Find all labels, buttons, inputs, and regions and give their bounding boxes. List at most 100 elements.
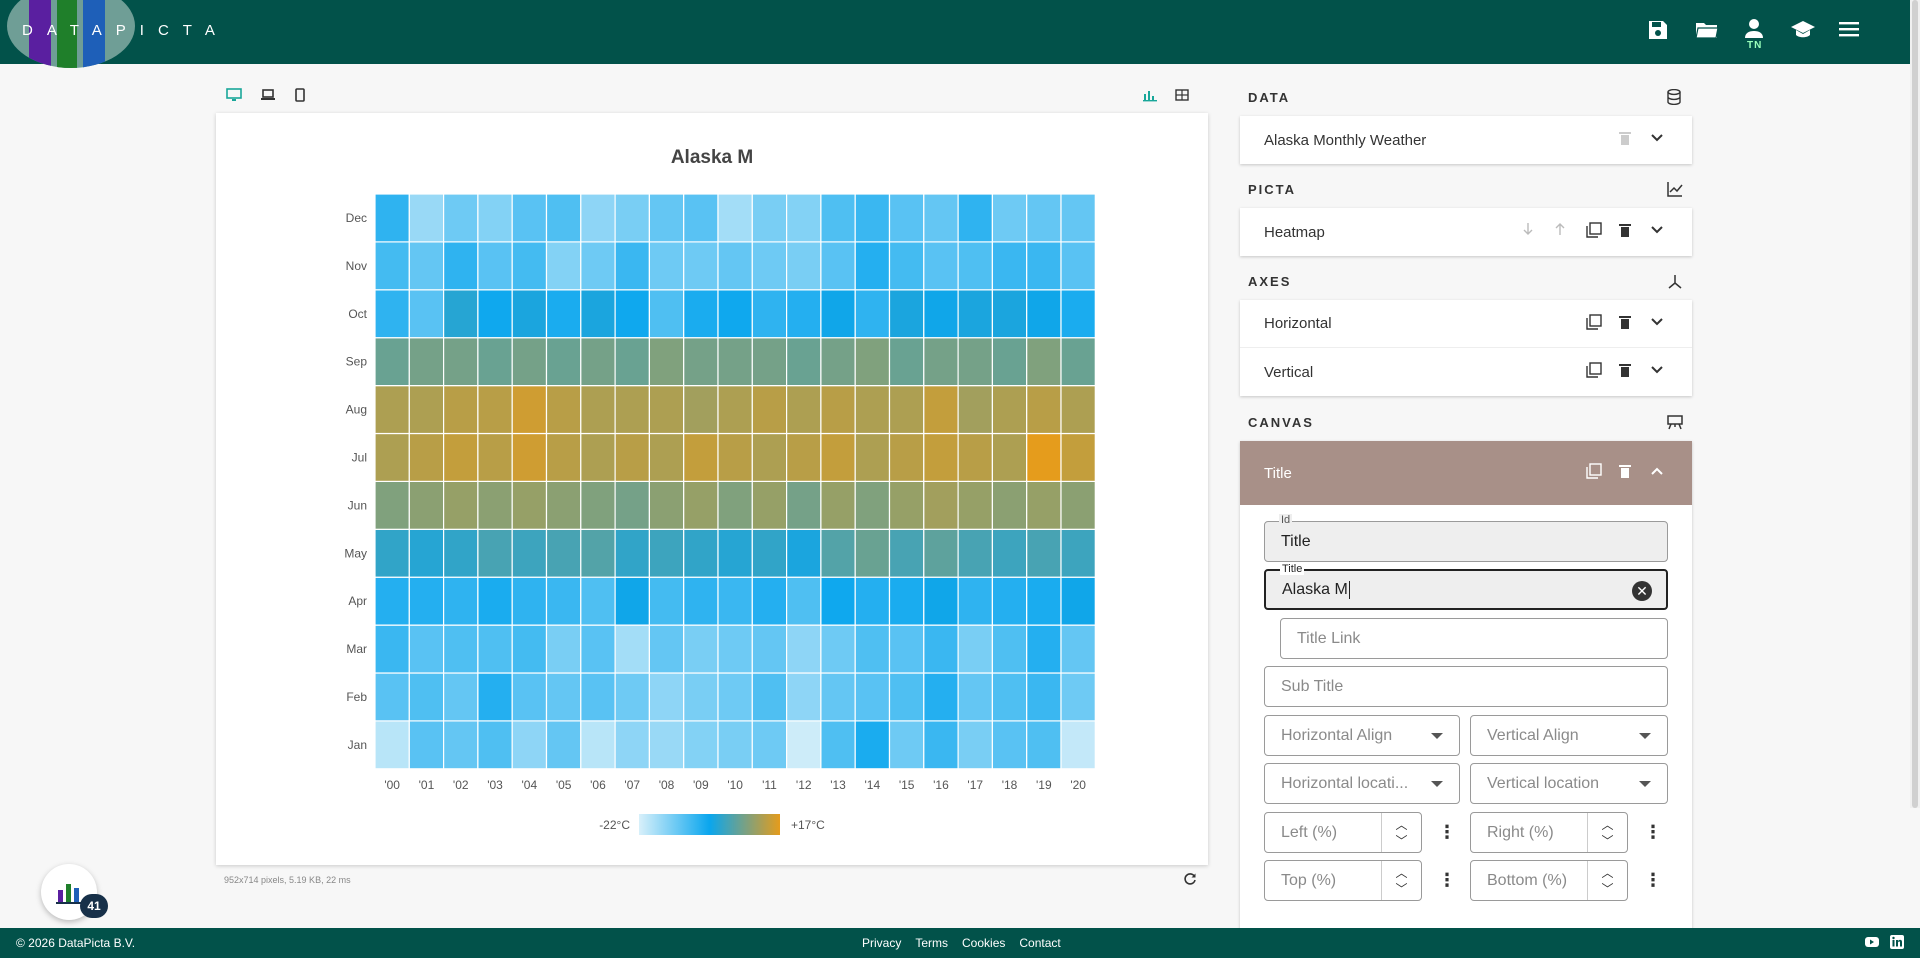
heatmap-cell	[1060, 720, 1096, 770]
delete-icon[interactable]	[1618, 314, 1636, 332]
more-options-icon[interactable]: ⋮	[1438, 870, 1456, 891]
y-tick-label: Nov	[346, 259, 367, 273]
heatmap-cell	[785, 289, 822, 339]
axis-item-vertical[interactable]: Vertical	[1240, 348, 1692, 396]
heatmap-cell	[751, 624, 788, 674]
duplicate-icon[interactable]	[1586, 222, 1604, 240]
heatmap-cell	[888, 720, 925, 770]
footer-link-terms[interactable]: Terms	[915, 936, 948, 950]
duplicate-icon[interactable]	[1586, 362, 1604, 380]
heatmap-cell	[374, 576, 410, 626]
heatmap-cell	[614, 720, 651, 770]
id-field[interactable]: Id Title	[1264, 514, 1668, 562]
heatmap-chart: Jan Feb Mar Apr May Jun Jul Aug Sep Oct Nov Dec '00 '…	[344, 193, 1096, 835]
delete-icon[interactable]	[1618, 222, 1636, 240]
data-item[interactable]: Alaska Monthly Weather	[1240, 116, 1692, 164]
heatmap-cell	[648, 337, 685, 387]
heatmap-cell	[614, 289, 651, 339]
axis-item-label: Horizontal	[1264, 315, 1332, 332]
user-account-icon[interactable]: TN	[1742, 18, 1766, 51]
title-field[interactable]: Title Alaska M ✕	[1264, 563, 1668, 610]
bottom-percent-stepper[interactable]: Bottom (%) ︿ ﹀	[1470, 860, 1628, 901]
linkedin-icon[interactable]	[1890, 935, 1904, 952]
chevron-up-icon[interactable]	[1650, 463, 1668, 481]
heatmap-cell	[854, 241, 891, 291]
heatmap-cell	[957, 337, 993, 387]
laptop-view-icon[interactable]	[260, 88, 276, 107]
heatmap-cell	[785, 193, 822, 243]
stepper-arrows[interactable]: ︿ ﹀	[1587, 813, 1627, 852]
footer-link-cookies[interactable]: Cookies	[962, 936, 1005, 950]
axis-item-horizontal[interactable]: Horizontal	[1240, 300, 1692, 348]
title-link-field[interactable]: Title Link	[1280, 618, 1668, 659]
clear-icon[interactable]: ✕	[1632, 581, 1652, 601]
heatmap-cell	[1026, 624, 1062, 674]
chart-view-icon[interactable]	[1143, 88, 1157, 107]
stepper-arrows[interactable]: ︿ ﹀	[1587, 861, 1627, 900]
x-tick-label: '12	[796, 778, 812, 792]
top-percent-stepper[interactable]: Top (%) ︿ ﹀	[1264, 860, 1422, 901]
school-cap-icon[interactable]	[1790, 18, 1815, 46]
canvas-item-label: Title	[1264, 464, 1292, 482]
heatmap-cell	[683, 385, 719, 435]
heatmap-cell	[854, 337, 891, 387]
heatmap-cell	[888, 480, 925, 530]
heatmap-cell	[751, 576, 788, 626]
heatmap-cell	[580, 193, 616, 243]
save-icon[interactable]	[1646, 18, 1670, 46]
delete-icon[interactable]	[1618, 362, 1636, 380]
horizontal-align-select[interactable]: Horizontal Align	[1264, 715, 1460, 756]
more-options-icon[interactable]: ⋮	[1438, 822, 1456, 843]
open-folder-icon[interactable]	[1694, 18, 1719, 46]
left-percent-stepper[interactable]: Left (%) ︿ ﹀	[1264, 812, 1422, 853]
heatmap-cell	[1026, 480, 1062, 530]
page-scrollbar[interactable]	[1910, 0, 1920, 808]
heatmap-cell	[854, 720, 891, 770]
horizontal-location-select[interactable]: Horizontal locati...	[1264, 763, 1460, 804]
youtube-icon[interactable]	[1864, 935, 1880, 952]
right-percent-stepper[interactable]: Right (%) ︿ ﹀	[1470, 812, 1628, 853]
heatmap-cell	[888, 432, 925, 483]
x-tick-label: '11	[762, 778, 777, 792]
duplicate-icon[interactable]	[1586, 463, 1604, 481]
heatmap-cell	[717, 480, 753, 530]
heatmap-cell	[785, 528, 822, 578]
heatmap-cell	[443, 624, 479, 674]
vertical-align-select[interactable]: Vertical Align	[1470, 715, 1668, 756]
x-tick-label: '03	[487, 778, 503, 792]
menu-icon[interactable]	[1838, 18, 1862, 46]
stepper-arrows[interactable]: ︿ ﹀	[1381, 861, 1421, 900]
footer-link-contact[interactable]: Contact	[1019, 936, 1060, 950]
chevron-down-icon[interactable]	[1650, 130, 1668, 148]
heatmap-cell	[923, 480, 959, 530]
subtitle-field[interactable]: Sub Title	[1264, 666, 1668, 707]
more-options-icon[interactable]: ⋮	[1644, 870, 1662, 891]
arrow-down-icon[interactable]	[1522, 222, 1540, 240]
mobile-view-icon[interactable]	[294, 88, 306, 107]
y-tick-label: Mar	[346, 642, 367, 656]
chevron-down-icon[interactable]	[1650, 314, 1668, 332]
table-view-icon[interactable]	[1175, 88, 1189, 107]
canvas-item-title[interactable]: Title	[1240, 441, 1692, 505]
delete-icon[interactable]	[1618, 463, 1636, 481]
chevron-down-icon[interactable]	[1650, 222, 1668, 240]
more-options-icon[interactable]: ⋮	[1644, 822, 1662, 843]
stepper-arrows[interactable]: ︿ ﹀	[1381, 813, 1421, 852]
heatmap-cell	[408, 193, 445, 243]
heatmap-cell	[1026, 672, 1062, 722]
footer-link-privacy[interactable]: Privacy	[862, 936, 901, 950]
chevron-down-icon[interactable]	[1650, 362, 1668, 380]
refresh-icon[interactable]	[1183, 872, 1197, 891]
x-tick-label: '19	[1036, 778, 1052, 792]
canvas-status: 952x714 pixels, 5.19 KB, 22 ms	[224, 875, 351, 885]
duplicate-icon[interactable]	[1586, 314, 1604, 332]
heatmap-cell	[751, 528, 788, 578]
vertical-location-select[interactable]: Vertical location	[1470, 763, 1668, 804]
delete-icon[interactable]	[1618, 130, 1636, 148]
heatmap-cell	[1026, 193, 1062, 243]
desktop-view-icon[interactable]	[226, 88, 242, 107]
picta-item[interactable]: Heatmap	[1240, 208, 1692, 256]
heatmap-cell	[511, 720, 548, 770]
arrow-up-icon[interactable]	[1554, 222, 1572, 240]
heatmap-cell	[374, 480, 410, 530]
